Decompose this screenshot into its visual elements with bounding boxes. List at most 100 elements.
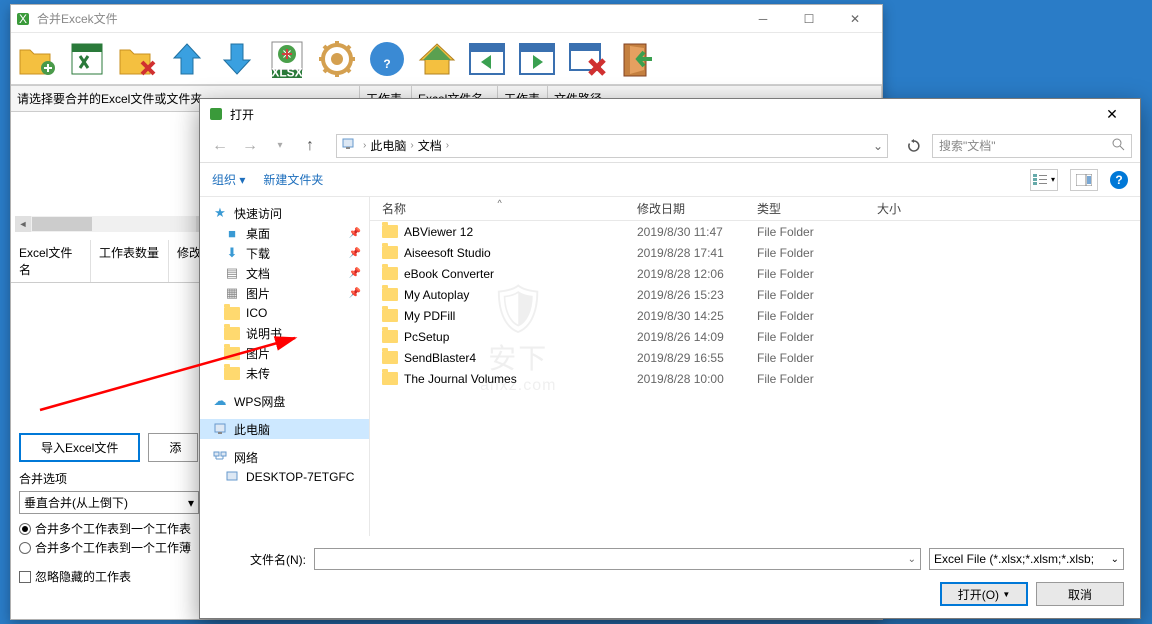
remove-folder-icon[interactable] — [113, 35, 161, 83]
search-placeholder: 搜索"文档" — [939, 137, 996, 154]
organize-button[interactable]: 组织 ▾ — [212, 171, 245, 188]
maximize-button[interactable]: ☐ — [786, 5, 832, 33]
nav-history-button[interactable]: ▾ — [268, 134, 292, 158]
parent-title: 合并Excek文件 — [37, 10, 740, 27]
folder-icon — [382, 225, 398, 238]
breadcrumb-documents[interactable]: 文档 — [418, 137, 442, 154]
sidebar-documents[interactable]: ▤ 文档 📌 — [200, 263, 369, 283]
sidebar-wps[interactable]: ☁ WPS网盘 — [200, 391, 369, 411]
dialog-close-button[interactable]: ✕ — [1092, 100, 1132, 128]
sidebar-ico[interactable]: ICO — [200, 303, 369, 323]
scroll-left-arrow[interactable]: ◄ — [15, 216, 31, 232]
nav-back-button[interactable]: ← — [208, 134, 232, 158]
help-icon[interactable]: ? — [363, 35, 411, 83]
gear-icon[interactable] — [313, 35, 361, 83]
breadcrumb-sep-icon: › — [363, 140, 366, 151]
close-button[interactable]: ✕ — [832, 5, 878, 33]
refresh-button[interactable] — [902, 134, 926, 158]
add-folder-icon[interactable] — [13, 35, 61, 83]
file-row[interactable]: Aiseesoft Studio2019/8/28 17:41File Fold… — [370, 242, 1140, 263]
add-button[interactable]: 添 — [148, 433, 198, 462]
col-date[interactable]: 修改日期 — [625, 200, 745, 217]
sidebar-pictures2[interactable]: 图片 — [200, 343, 369, 363]
view-mode-button[interactable]: ▾ — [1030, 169, 1058, 191]
browser2-icon[interactable] — [513, 35, 561, 83]
dialog-app-icon — [208, 106, 224, 122]
breadcrumb-thispc[interactable]: 此电脑 — [370, 137, 406, 154]
excel-icon[interactable] — [63, 35, 111, 83]
sidebar-thispc[interactable]: 此电脑 — [200, 419, 369, 439]
sidebar-pictures[interactable]: ▦ 图片 📌 — [200, 283, 369, 303]
col-sheet-count[interactable]: 工作表数量 — [91, 240, 169, 282]
file-row[interactable]: PcSetup2019/8/26 14:09File Folder — [370, 326, 1140, 347]
breadcrumb[interactable]: › 此电脑 › 文档 › ⌄ — [336, 134, 888, 158]
browser-close-icon[interactable] — [563, 35, 611, 83]
dialog-titlebar: 打开 ✕ — [200, 99, 1140, 129]
documents-icon: ▤ — [224, 265, 240, 281]
col-excel-name[interactable]: Excel文件名 — [11, 240, 91, 282]
downloads-icon: ⬇ — [224, 245, 240, 261]
parent-toolbar: XLSX ? — [11, 33, 882, 85]
open-button[interactable]: 打开(O) ▼ — [940, 582, 1028, 606]
col-name[interactable]: 名称^ — [370, 200, 625, 217]
sidebar-desktop[interactable]: ■ 桌面 📌 — [200, 223, 369, 243]
pin-icon: 📌 — [349, 248, 361, 259]
home-icon[interactable] — [413, 35, 461, 83]
pc-icon — [212, 421, 228, 437]
file-row[interactable]: eBook Converter2019/8/28 12:06File Folde… — [370, 263, 1140, 284]
xlsx-icon[interactable]: XLSX — [263, 35, 311, 83]
chevron-down-icon: ⌄ — [1111, 554, 1119, 565]
nav-up-button[interactable]: ↑ — [298, 134, 322, 158]
filetype-value: Excel File (*.xlsx;*.xlsm;*.xlsb; — [934, 552, 1094, 566]
new-folder-button[interactable]: 新建文件夹 — [263, 171, 323, 188]
breadcrumb-sep-icon: › — [410, 140, 413, 151]
svg-text:?: ? — [383, 57, 390, 71]
app-icon: X — [15, 11, 31, 27]
sidebar-downloads[interactable]: ⬇ 下载 📌 — [200, 243, 369, 263]
sidebar-desktop-pc[interactable]: DESKTOP-7ETGFC — [200, 467, 369, 487]
folder-icon — [224, 345, 240, 361]
file-row[interactable]: My PDFill2019/8/30 14:25File Folder — [370, 305, 1140, 326]
horizontal-scrollbar[interactable]: ◄ ► — [15, 216, 212, 232]
folder-icon — [382, 351, 398, 364]
col-size[interactable]: 大小 — [865, 200, 945, 217]
filename-input[interactable]: ⌄ — [314, 548, 921, 570]
cloud-icon: ☁ — [212, 393, 228, 409]
file-row[interactable]: My Autoplay2019/8/26 15:23File Folder — [370, 284, 1140, 305]
chevron-down-icon: ▾ — [188, 496, 194, 510]
file-list-headers: 名称^ 修改日期 类型 大小 — [370, 197, 1140, 221]
pin-icon: 📌 — [349, 288, 361, 299]
minimize-button[interactable]: ─ — [740, 5, 786, 33]
sidebar-quick-access[interactable]: ★ 快速访问 — [200, 203, 369, 223]
up-arrow-icon[interactable] — [163, 35, 211, 83]
pc-icon — [224, 469, 240, 485]
dialog-toolbar: 组织 ▾ 新建文件夹 ▾ ? — [200, 163, 1140, 197]
browser1-icon[interactable] — [463, 35, 511, 83]
open-dialog: 打开 ✕ ← → ▾ ↑ › 此电脑 › 文档 › ⌄ 搜索"文档" 组织 — [199, 98, 1141, 619]
search-input[interactable]: 搜索"文档" — [932, 134, 1132, 158]
nav-forward-button[interactable]: → — [238, 134, 262, 158]
sidebar-manual[interactable]: 说明书 — [200, 323, 369, 343]
preview-pane-button[interactable] — [1070, 169, 1098, 191]
folder-icon — [224, 305, 240, 321]
breadcrumb-dropdown[interactable]: ⌄ — [873, 139, 883, 153]
radio1-label: 合井多个工作表到一个工作表 — [35, 520, 191, 537]
sidebar-network[interactable]: 网络 — [200, 447, 369, 467]
down-arrow-icon[interactable] — [213, 35, 261, 83]
exit-door-icon[interactable] — [613, 35, 661, 83]
sidebar-unsent[interactable]: 未传 — [200, 363, 369, 383]
parent-titlebar: X 合并Excek文件 ─ ☐ ✕ — [11, 5, 882, 33]
pin-icon: 📌 — [349, 228, 361, 239]
svg-text:XLSX: XLSX — [271, 65, 302, 79]
desktop-icon: ■ — [224, 225, 240, 241]
merge-direction-combo[interactable]: 垂直合并(从上倒下) ▾ — [19, 491, 199, 514]
filetype-combo[interactable]: Excel File (*.xlsx;*.xlsm;*.xlsb; ⌄ — [929, 548, 1124, 570]
left-panel: ◄ ► — [11, 112, 216, 232]
file-row[interactable]: ABViewer 122019/8/30 11:47File Folder — [370, 221, 1140, 242]
file-row[interactable]: SendBlaster42019/8/29 16:55File Folder — [370, 347, 1140, 368]
help-button[interactable]: ? — [1110, 171, 1128, 189]
col-type[interactable]: 类型 — [745, 200, 865, 217]
file-row[interactable]: The Journal Volumes2019/8/28 10:00File F… — [370, 368, 1140, 389]
cancel-button[interactable]: 取消 — [1036, 582, 1124, 606]
import-excel-button[interactable]: 导入Excel文件 — [19, 433, 140, 462]
